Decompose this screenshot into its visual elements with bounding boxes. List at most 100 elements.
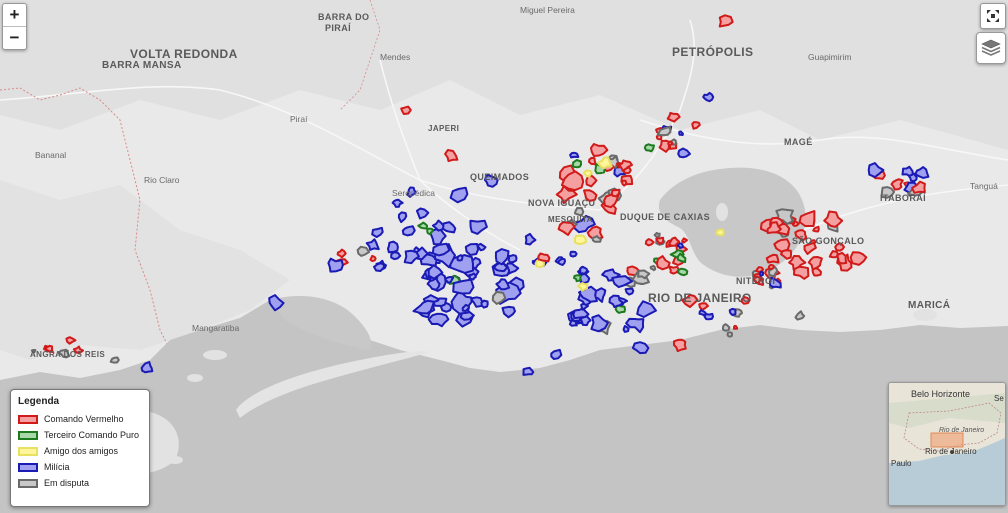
label-angra: ANGRA DOS REIS xyxy=(30,350,105,359)
territory-milicia[interactable] xyxy=(569,151,580,159)
territory-milicia[interactable] xyxy=(550,348,563,360)
legend-label: Em disputa xyxy=(44,478,90,488)
label-petropolis: PETRÓPOLIS xyxy=(672,44,753,59)
label-guapimirim: Guapimirim xyxy=(808,52,851,62)
zoom-in-button[interactable]: + xyxy=(3,4,26,26)
territory-disputa[interactable] xyxy=(726,331,733,338)
legend-list: Comando Vermelho Terceiro Comando Puro Ami… xyxy=(18,411,142,491)
label-volta-redonda: VOLTA REDONDA xyxy=(130,47,238,61)
label-japeri: JAPERI xyxy=(428,124,459,133)
label-barra-mansa: BARRA MANSA xyxy=(102,60,182,71)
layers-icon xyxy=(981,39,1001,56)
territory-ada[interactable] xyxy=(574,234,587,246)
territory-milicia[interactable] xyxy=(578,266,589,276)
territory-cv[interactable] xyxy=(610,188,621,198)
territory-milicia[interactable] xyxy=(624,287,635,296)
territory-disputa[interactable] xyxy=(649,264,657,272)
territory-cv[interactable] xyxy=(621,179,628,187)
zoom-out-button[interactable]: − xyxy=(3,26,26,49)
minimap-label-rj-state: Rio de Janeiro xyxy=(939,427,985,434)
label-queimados: QUEIMADOS xyxy=(470,172,529,182)
legend-label: Comando Vermelho xyxy=(44,414,124,424)
territory-cv[interactable] xyxy=(667,140,674,146)
territory-milicia[interactable] xyxy=(557,257,566,266)
territory-disputa[interactable] xyxy=(653,231,661,238)
territory-milicia[interactable] xyxy=(452,278,475,295)
label-mesquita: MESQUITA xyxy=(548,215,593,224)
legend: Legenda Comando Vermelho Terceiro Comando… xyxy=(10,389,150,507)
territory-milicia[interactable] xyxy=(728,307,737,316)
territory-milicia[interactable] xyxy=(461,303,470,312)
legend-item: Em disputa xyxy=(18,475,142,491)
legend-item: Milícia xyxy=(18,459,142,475)
territory-milicia[interactable] xyxy=(622,325,630,333)
legend-label: Amigo dos amigos xyxy=(44,446,119,456)
territory-milicia[interactable] xyxy=(456,254,464,262)
fullscreen-button[interactable] xyxy=(980,3,1006,29)
territory-milicia[interactable] xyxy=(569,250,578,258)
territory-milicia[interactable] xyxy=(464,243,480,256)
minimap-label-rio: Rio de Janeiro xyxy=(925,447,977,456)
label-miguel-pereira: Miguel Pereira xyxy=(520,5,575,15)
label-mangaratiba: Mangaratiba xyxy=(192,323,240,333)
territory-milicia[interactable] xyxy=(468,272,477,281)
minimap-label-se: Se xyxy=(994,394,1004,403)
territory-tcp[interactable] xyxy=(572,159,582,169)
label-seropedica: Seropédica xyxy=(392,188,435,198)
fullscreen-icon xyxy=(987,10,999,22)
label-mendes: Mendes xyxy=(380,52,410,62)
territory-milicia[interactable] xyxy=(678,130,684,136)
territory-milicia[interactable] xyxy=(327,257,344,273)
territory-cv[interactable] xyxy=(732,324,738,330)
territory-cv[interactable] xyxy=(767,263,775,270)
legend-swatch xyxy=(18,414,38,424)
legend-swatch xyxy=(18,446,38,456)
label-sao-goncalo: SÃO GONÇALO xyxy=(792,236,864,246)
territory-cv[interactable] xyxy=(537,252,551,263)
territory-milicia[interactable] xyxy=(480,299,489,309)
label-barra-do-pirai-2: PIRAÍ xyxy=(325,23,351,33)
label-itaborai: ITABORAÍ xyxy=(880,193,926,203)
territory-milicia[interactable] xyxy=(390,251,402,261)
legend-label: Terceiro Comando Puro xyxy=(44,430,140,440)
label-barra-do-pirai-1: BARRA DO xyxy=(318,12,369,22)
label-nova-iguacu: NOVA IGUAÇU xyxy=(528,198,595,208)
map-canvas[interactable]: VOLTA REDONDA BARRA MANSA BARRA DO PIRAÍ… xyxy=(0,0,1008,513)
legend-title: Legenda xyxy=(18,396,60,407)
territory-disputa[interactable] xyxy=(109,356,120,364)
label-bananal: Bananal xyxy=(35,150,66,160)
territory-tcp[interactable] xyxy=(643,143,655,153)
legend-item: Terceiro Comando Puro xyxy=(18,427,142,443)
minimap-canvas xyxy=(889,383,1005,505)
territory-milicia[interactable] xyxy=(387,240,399,254)
territory-milicia[interactable] xyxy=(522,366,535,376)
territory-milicia[interactable] xyxy=(907,172,918,183)
label-rio-de-janeiro: RIO DE JANEIRO xyxy=(648,291,752,305)
territory-disputa[interactable] xyxy=(722,323,731,332)
layers-button[interactable] xyxy=(976,32,1006,64)
territory-milicia[interactable] xyxy=(568,319,578,327)
legend-swatch xyxy=(18,430,38,440)
minimap-label-belo-horizonte: Belo Horizonte xyxy=(911,389,971,399)
label-niteroi: NITERÓI xyxy=(736,275,775,286)
territory-milicia[interactable] xyxy=(507,254,518,264)
legend-swatch xyxy=(18,462,38,472)
label-tangua: Tanguá xyxy=(970,181,998,191)
territory-tcp[interactable] xyxy=(677,267,689,277)
label-pirai: Piraí xyxy=(290,114,308,124)
territory-ada[interactable] xyxy=(715,228,725,237)
territory-cv[interactable] xyxy=(369,254,377,263)
minimap-label-paulo: Paulo xyxy=(891,459,912,468)
legend-label: Milícia xyxy=(44,462,70,472)
territory-cv[interactable] xyxy=(836,251,848,265)
zoom-control: + − xyxy=(2,3,27,50)
minimap[interactable]: Belo Horizonte Se Rio de Janeiro Rio de … xyxy=(888,382,1006,506)
legend-swatch xyxy=(18,478,38,488)
territory-milicia[interactable] xyxy=(401,225,416,237)
territory-cv[interactable] xyxy=(644,238,655,247)
territory-cv[interactable] xyxy=(400,105,412,115)
territory-cv[interactable] xyxy=(588,156,597,166)
label-duque-de-caxias: DUQUE DE CAXIAS xyxy=(620,212,710,222)
legend-item: Amigo dos amigos xyxy=(18,443,142,459)
label-rio-claro: Rio Claro xyxy=(144,175,180,185)
